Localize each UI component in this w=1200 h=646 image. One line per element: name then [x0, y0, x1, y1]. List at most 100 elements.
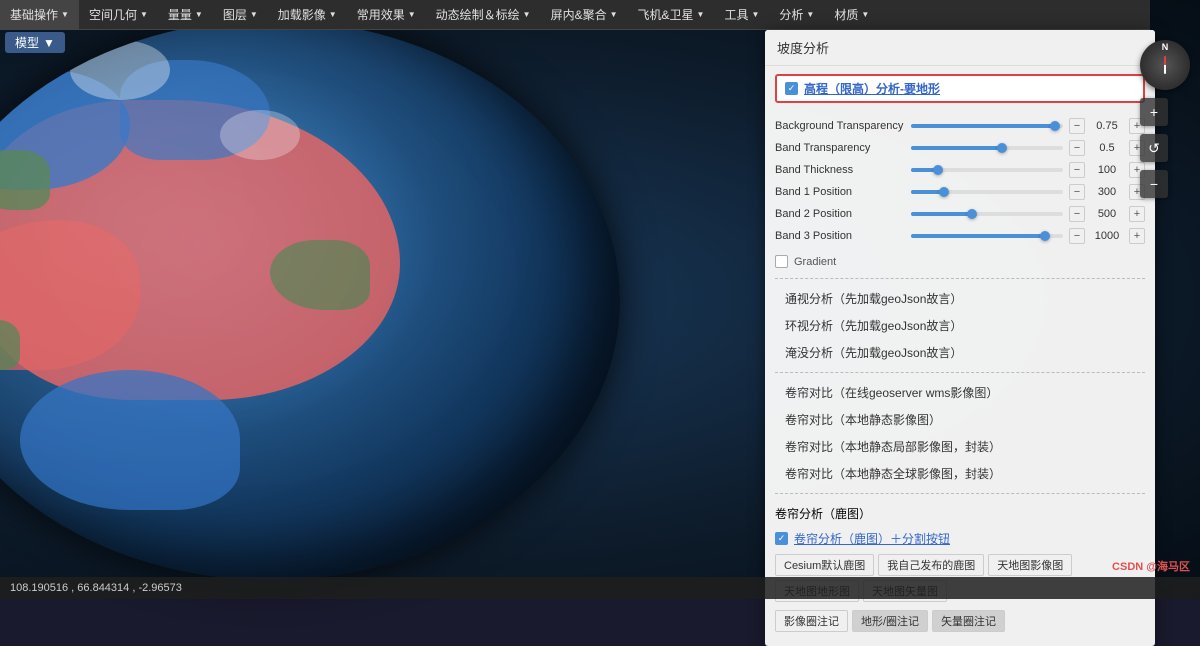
highlight-checkbox[interactable]: ✓ [785, 82, 798, 95]
slider-controls-bg-transparency: − 0.75 + [1069, 118, 1145, 134]
slider-minus-bg-transparency[interactable]: − [1069, 118, 1085, 134]
tab-cesium-default[interactable]: Cesium默认鹿图 [775, 554, 874, 576]
compass[interactable]: N [1140, 40, 1190, 90]
tab-row-2: 影像圈注记 地形/圈注记 矢量圈注记 [765, 606, 1155, 636]
tab-image-annotation[interactable]: 影像圈注记 [775, 610, 848, 632]
slider-label-band1-position: Band 1 Position [775, 186, 905, 198]
tab-tianditu-image[interactable]: 天地图影像图 [988, 554, 1072, 576]
tab-my-publish[interactable]: 我自己发布的鹿图 [878, 554, 984, 576]
slider-label-band-transparency: Band Transparency [775, 142, 905, 154]
slider-track-bg-transparency[interactable] [911, 124, 1063, 128]
slider-controls-band2-position: − 500 + [1069, 206, 1145, 222]
scroll-item-2[interactable]: 卷帘对比（本地静态局部影像图，封装） [765, 433, 1155, 460]
compass-needle [1164, 56, 1166, 74]
nav-material[interactable]: 材质 ▼ [824, 0, 879, 30]
slider-minus-band3-position[interactable]: − [1069, 228, 1085, 244]
slider-value-band1-position: 300 [1087, 186, 1127, 198]
divider-3 [775, 493, 1145, 494]
scroll-item-0[interactable]: 卷帘对比（在线geoserver wms影像图） [765, 379, 1155, 406]
nav-draw-arrow: ▼ [523, 10, 531, 19]
slider-minus-band-transparency[interactable]: − [1069, 140, 1085, 156]
slider-value-bg-transparency: 0.75 [1087, 120, 1127, 132]
slider-section: Background Transparency − 0.75 + Band Tr… [765, 111, 1155, 251]
nav-material-arrow: ▼ [861, 10, 869, 19]
slider-minus-band1-position[interactable]: − [1069, 184, 1085, 200]
slider-row-band3-position: Band 3 Position − 1000 + [775, 225, 1145, 247]
zoom-in-icon: + [1150, 104, 1158, 120]
nav-analysis-arrow: ▼ [806, 10, 814, 19]
zoom-out-button[interactable]: − [1140, 170, 1168, 198]
right-icons-panel: N + ↺ − [1140, 40, 1190, 198]
nav-analysis[interactable]: 分析 ▼ [769, 0, 824, 30]
tab-vector-annotation[interactable]: 矢量圈注记 [932, 610, 1005, 632]
highlight-section: ✓ 高程（限高）分析-要地形 [775, 74, 1145, 103]
nav-spatial[interactable]: 空间几何 ▼ [79, 0, 158, 30]
nav-jichu[interactable]: 基础操作 ▼ [0, 0, 79, 30]
scroll-link-checkbox[interactable]: ✓ [775, 532, 788, 545]
scroll-link-label[interactable]: 卷帘分析（鹿图）＋分割按钮 [794, 530, 950, 547]
slider-minus-band-thickness[interactable]: − [1069, 162, 1085, 178]
gradient-checkbox[interactable] [775, 255, 788, 268]
nav-layer[interactable]: 图层 ▼ [213, 0, 268, 30]
slider-controls-band-thickness: − 100 + [1069, 162, 1145, 178]
nav-spatial-arrow: ▼ [140, 10, 148, 19]
slider-controls-band-transparency: − 0.5 + [1069, 140, 1145, 156]
slider-track-band1-position[interactable] [911, 190, 1063, 194]
gradient-label: Gradient [794, 256, 836, 268]
slider-row-band1-position: Band 1 Position − 300 + [775, 181, 1145, 203]
slider-row-band2-position: Band 2 Position − 500 + [775, 203, 1145, 225]
slider-track-band-transparency[interactable] [911, 146, 1063, 150]
nav-tools-arrow: ▼ [751, 10, 759, 19]
slider-value-band-thickness: 100 [1087, 164, 1127, 176]
slider-track-band3-position[interactable] [911, 234, 1063, 238]
zoom-out-icon: − [1150, 176, 1158, 192]
slider-plus-band2-position[interactable]: + [1129, 206, 1145, 222]
nav-effects[interactable]: 常用效果 ▼ [347, 0, 426, 30]
nav-measure[interactable]: 量量 ▼ [158, 0, 213, 30]
slider-label-band-thickness: Band Thickness [775, 164, 905, 176]
slider-row-bg-transparency: Background Transparency − 0.75 + [775, 115, 1145, 137]
nav-screen-arrow: ▼ [610, 10, 618, 19]
nav-draw[interactable]: 动态绘制＆标绘 ▼ [426, 0, 541, 30]
slider-controls-band3-position: − 1000 + [1069, 228, 1145, 244]
nav-jichu-arrow: ▼ [61, 10, 69, 19]
nav-screen[interactable]: 屏内&聚合 ▼ [541, 0, 628, 30]
nav-aircraft[interactable]: 飞机&卫星 ▼ [628, 0, 715, 30]
nav-load-image[interactable]: 加载影像 ▼ [268, 0, 347, 30]
slider-label-band3-position: Band 3 Position [775, 230, 905, 242]
scroll-item-1[interactable]: 卷帘对比（本地静态影像图） [765, 406, 1155, 433]
csdn-badge: CSDN @海马区 [1112, 558, 1190, 574]
highlight-label[interactable]: 高程（限高）分析-要地形 [804, 80, 940, 97]
slider-minus-band2-position[interactable]: − [1069, 206, 1085, 222]
top-nav: 基础操作 ▼ 空间几何 ▼ 量量 ▼ 图层 ▼ 加载影像 ▼ 常用效果 ▼ 动态… [0, 0, 1150, 30]
slider-track-band-thickness[interactable] [911, 168, 1063, 172]
menu-item-huanshi[interactable]: 环视分析（先加载geoJson故言） [765, 312, 1155, 339]
model-arrow-icon: ▼ [43, 36, 55, 50]
nav-effects-arrow: ▼ [408, 10, 416, 19]
coordinates-display: 108.190516 , 66.844314 , -2.96573 [10, 582, 182, 594]
slider-value-band2-position: 500 [1087, 208, 1127, 220]
model-button[interactable]: 模型 ▼ [5, 32, 65, 53]
nav-measure-arrow: ▼ [195, 10, 203, 19]
nav-aircraft-arrow: ▼ [697, 10, 705, 19]
refresh-button[interactable]: ↺ [1140, 134, 1168, 162]
zoom-in-button[interactable]: + [1140, 98, 1168, 126]
nav-layer-arrow: ▼ [250, 10, 258, 19]
slider-track-band2-position[interactable] [911, 212, 1063, 216]
divider-1 [775, 278, 1145, 279]
slider-plus-band3-position[interactable]: + [1129, 228, 1145, 244]
slider-row-band-transparency: Band Transparency − 0.5 + [775, 137, 1145, 159]
status-bar: 108.190516 , 66.844314 , -2.96573 [0, 577, 1200, 599]
divider-2 [775, 372, 1145, 373]
right-panel: 坡度分析 ✓ 高程（限高）分析-要地形 Background Transpare… [765, 30, 1155, 646]
menu-item-tongshi[interactable]: 通视分析（先加载geoJson故言） [765, 285, 1155, 312]
menu-item-yanmo[interactable]: 淹没分析（先加载geoJson故言） [765, 339, 1155, 366]
gradient-row: Gradient [765, 251, 1155, 272]
scroll-link-row: ✓ 卷帘分析（鹿图）＋分割按钮 [765, 527, 1155, 550]
highlight-row: ✓ 高程（限高）分析-要地形 [785, 80, 1135, 97]
scroll-item-3[interactable]: 卷帘对比（本地静态全球影像图，封装） [765, 460, 1155, 487]
slider-value-band3-position: 1000 [1087, 230, 1127, 242]
nav-tools[interactable]: 工具 ▼ [714, 0, 769, 30]
tab-terrain-annotation[interactable]: 地形/圈注记 [852, 610, 928, 632]
slider-controls-band1-position: − 300 + [1069, 184, 1145, 200]
